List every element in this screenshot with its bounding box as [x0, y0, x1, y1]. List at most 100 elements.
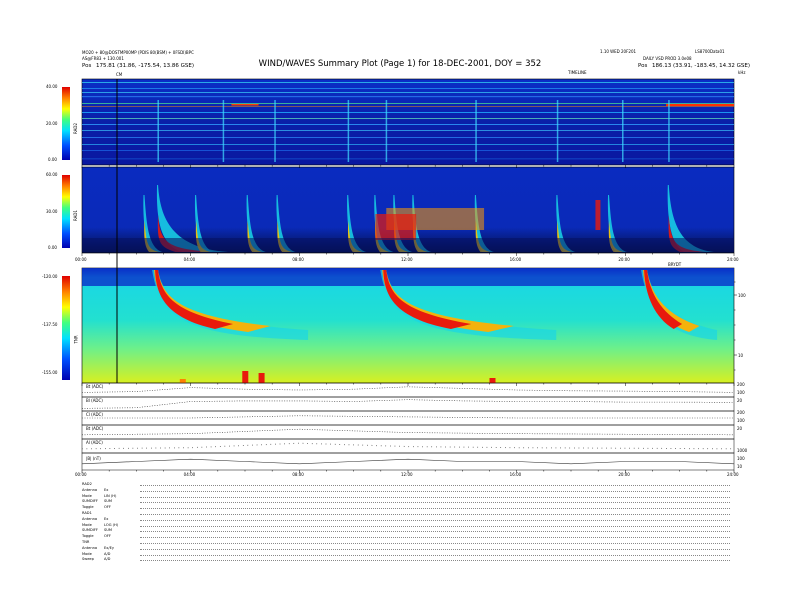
status-key: RAD2	[82, 482, 92, 486]
tnr-patch	[258, 373, 265, 383]
lineplot-label-4: Bt (ADC)	[86, 426, 104, 431]
rad2-line	[82, 144, 734, 145]
lineplot-label-1: Bt (ADC)	[86, 384, 104, 389]
status-dotted-rule	[140, 482, 730, 486]
lineplot-label-2: Bl (ADC)	[86, 398, 103, 403]
rad2-tick-low: 0.00	[48, 157, 57, 162]
time-tick-label: 00:00	[75, 257, 87, 262]
time-tick-label: 08:00	[292, 472, 304, 477]
status-row: Antenna Ex	[82, 488, 108, 493]
lineplot-frame	[81, 438, 735, 454]
time-tick-label: 00:00	[75, 472, 87, 477]
rad2-burst	[668, 100, 670, 162]
rad2-line-red	[666, 104, 734, 106]
rad2-tick-top: 40.00	[46, 84, 58, 89]
status-value: OFF	[104, 534, 111, 539]
lineplot-label-3: Cl (ADC)	[86, 412, 103, 417]
line-right-tick-5: 100	[737, 418, 745, 423]
time-tick-label: 08:00	[292, 257, 304, 262]
status-dotted-rule	[140, 511, 730, 515]
lineplot-frame	[81, 424, 735, 440]
status-key: Antenna	[82, 545, 98, 550]
tnr-patch	[489, 378, 496, 383]
rad1-tick-low: 0.00	[48, 245, 57, 250]
status-row: Toggle OFF	[82, 534, 111, 539]
lineplot-series	[81, 442, 735, 450]
lineplot-frame	[81, 396, 735, 412]
status-row: RAD2	[82, 482, 104, 487]
rad2-burst	[347, 100, 350, 162]
rad2-line	[82, 118, 734, 119]
status-dotted-rule	[140, 517, 730, 521]
rad1-colorbar	[62, 175, 70, 248]
status-dotted-rule	[140, 534, 730, 539]
status-dotted-rule	[140, 528, 730, 533]
lineplot-label-5: Al (ADC)	[86, 440, 103, 445]
rad2-panel	[81, 78, 735, 166]
status-row: RAD1	[82, 511, 104, 516]
status-row: SUMDIFF SUM	[82, 528, 112, 533]
tnr-right-tick-100: 100	[738, 293, 746, 298]
status-key: Sweep	[82, 557, 94, 562]
status-dotted-rule	[140, 499, 730, 504]
rad2-line	[82, 106, 734, 107]
status-key: Antenna	[82, 487, 98, 492]
status-dotted-rule	[140, 505, 730, 510]
rad2-line	[82, 92, 734, 93]
rad2-line	[82, 82, 734, 83]
rad2-line	[82, 112, 734, 113]
rad2-line	[82, 158, 734, 160]
line-right-tick-4: 200	[737, 410, 745, 415]
tnr-top-band	[82, 268, 734, 286]
lineplot-label-6: |B| (nT)	[86, 456, 101, 461]
rad2-line	[82, 103, 734, 104]
status-key: TNR	[82, 540, 90, 544]
status-key: Mode	[82, 493, 92, 498]
status-key: SUMDIFF	[82, 528, 98, 533]
rad2-burst	[475, 100, 477, 162]
time-tick-label: 20:00	[618, 257, 630, 262]
status-dotted-rule	[140, 557, 730, 562]
rad1-tick-mid: 30.00	[46, 209, 58, 214]
time-tick-label: 12:00	[401, 257, 413, 262]
rad2-burst	[274, 100, 276, 162]
rad2-burst	[622, 100, 624, 162]
rad2-line-red	[231, 104, 259, 106]
status-key: Toggle	[82, 505, 94, 510]
time-tick-label: 04:00	[183, 257, 196, 262]
time-tick-label: 24:00	[727, 257, 739, 262]
rad2-burst	[556, 100, 559, 162]
lineplot-series	[81, 399, 735, 409]
time-tick-label: 24:00	[727, 472, 739, 477]
status-row: Toggle OFF	[82, 505, 111, 510]
status-dotted-rule	[140, 523, 730, 527]
status-row: Mode LIN (H)	[82, 494, 116, 499]
status-row: Antenna Ex/Ey	[82, 546, 114, 551]
tnr-patch	[242, 371, 249, 383]
status-value: A/D	[104, 557, 111, 562]
time-tick-label: 16:00	[509, 257, 522, 262]
status-row: Mode LOG (H)	[82, 523, 118, 528]
status-row: Antenna Ex	[82, 517, 108, 522]
status-key: Antenna	[82, 516, 98, 521]
time-tick-label: 12:00	[401, 472, 413, 477]
line-right-tick-1: 200	[737, 382, 745, 387]
rad1-noise-core	[375, 214, 417, 240]
time-tick-label: 16:00	[509, 472, 522, 477]
time-tick-label: 20:00	[618, 472, 630, 477]
mid-time-label: BRYDT	[668, 262, 682, 267]
status-value: LIN (H)	[104, 493, 117, 498]
status-value: OFF	[104, 505, 111, 510]
status-key: RAD1	[82, 511, 92, 515]
status-dotted-rule	[140, 552, 730, 556]
time-tick-label: 04:00	[183, 472, 196, 477]
status-value: Ex/Ey	[104, 545, 115, 550]
rad2-line	[82, 96, 734, 98]
lineplot-series	[81, 458, 735, 465]
status-value: Ex	[104, 487, 109, 492]
status-dotted-rule	[140, 540, 730, 544]
line-plots	[81, 382, 735, 471]
status-dotted-rule	[140, 494, 730, 498]
rad2-line	[82, 137, 734, 138]
rad2-burst	[222, 100, 225, 162]
